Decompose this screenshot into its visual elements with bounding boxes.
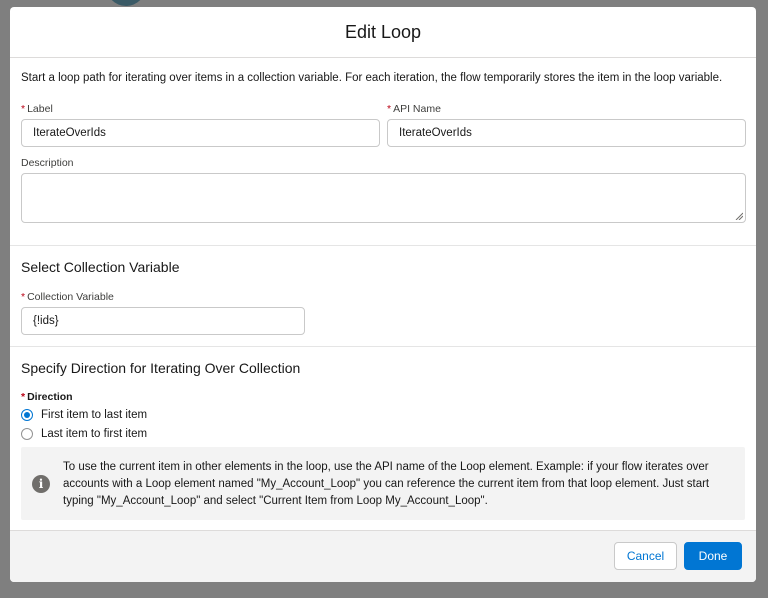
collection-variable-input[interactable]: {!ids} <box>21 307 305 335</box>
modal-title: Edit Loop <box>344 21 422 42</box>
collection-variable-label: * Collection Variable <box>21 291 114 303</box>
collection-section-title: Select Collection Variable <box>21 259 180 275</box>
info-text: To use the current item in other element… <box>63 461 710 507</box>
edit-loop-modal: Edit Loop Start a loop path for iteratin… <box>10 7 756 582</box>
api-name-field-label: * API Name <box>387 103 441 115</box>
modal-footer: Cancel Done <box>10 530 756 582</box>
resize-grip-icon[interactable] <box>735 212 743 220</box>
info-icon: i <box>32 475 50 493</box>
done-button[interactable]: Done <box>684 542 742 570</box>
modal-body: Start a loop path for iterating over ite… <box>10 58 756 531</box>
collection-variable-value: {!ids} <box>33 315 59 327</box>
description-textarea[interactable] <box>21 173 746 223</box>
modal-header: Edit Loop <box>10 7 756 58</box>
required-marker: * <box>21 291 26 303</box>
direction-label-text: Direction <box>27 391 73 403</box>
label-input[interactable]: IterateOverIds <box>21 119 380 147</box>
api-name-field-label-text: API Name <box>393 103 441 115</box>
intro-text: Start a loop path for iterating over ite… <box>21 72 723 84</box>
radio-label: Last item to first item <box>41 428 148 440</box>
required-marker: * <box>21 103 26 115</box>
radio-label: First item to last item <box>41 409 148 421</box>
label-input-value: IterateOverIds <box>33 127 106 139</box>
section-divider <box>10 346 756 347</box>
required-marker: * <box>21 391 26 403</box>
api-name-input-value: IterateOverIds <box>399 127 472 139</box>
direction-section-title: Specify Direction for Iterating Over Col… <box>21 360 301 376</box>
label-field-label-text: Label <box>27 103 53 115</box>
required-marker: * <box>387 103 392 115</box>
radio-last-to-first[interactable]: Last item to first item <box>21 428 147 440</box>
description-field-label: Description <box>21 157 74 169</box>
radio-button[interactable] <box>21 428 33 440</box>
info-box: i To use the current item in other eleme… <box>21 447 745 520</box>
background-element <box>106 0 146 6</box>
direction-label: * Direction <box>21 391 73 403</box>
radio-first-to-last[interactable]: First item to last item <box>21 409 147 421</box>
radio-button-selected[interactable] <box>21 409 33 421</box>
api-name-input[interactable]: IterateOverIds <box>387 119 746 147</box>
cancel-button[interactable]: Cancel <box>614 542 677 570</box>
section-divider <box>10 245 756 246</box>
collection-variable-label-text: Collection Variable <box>27 291 114 303</box>
label-field-label: * Label <box>21 103 53 115</box>
